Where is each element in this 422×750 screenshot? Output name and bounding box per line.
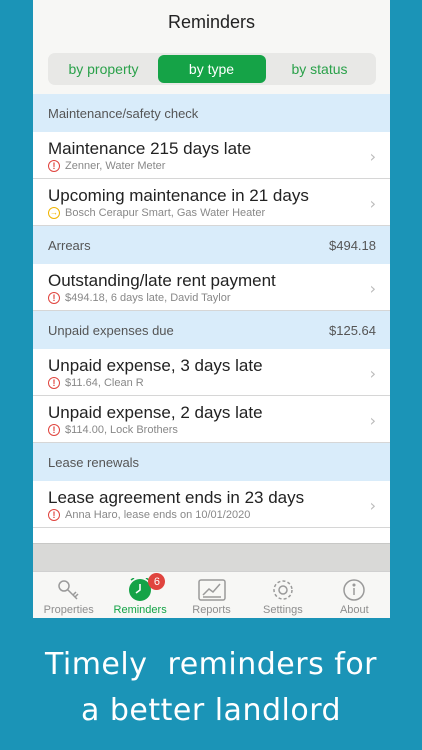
notification-badge: 6 — [148, 573, 166, 590]
item-subtitle-line: ! $11.64, Clean R — [48, 377, 144, 389]
section-title: Unpaid expenses due — [48, 322, 174, 338]
item-title: Upcoming maintenance in 21 days — [48, 186, 309, 205]
item-subtitle: $494.18, 6 days late, David Taylor — [65, 292, 231, 304]
gear-icon — [273, 580, 293, 600]
chart-icon — [197, 579, 226, 601]
section-title: Maintenance/safety check — [48, 105, 199, 121]
tab-settings[interactable]: Settings — [247, 572, 318, 618]
alert-icon: ! — [48, 509, 60, 521]
chevron-right-icon: › — [369, 496, 376, 515]
chevron-right-icon: › — [369, 411, 376, 430]
item-subtitle: $11.64, Clean R — [65, 377, 144, 389]
chevron-right-icon: › — [369, 194, 376, 213]
section-header-arrears: Arrears $494.18 — [33, 226, 390, 264]
navigation-bar: Reminders — [33, 0, 390, 44]
segment-bar: by property by type by status — [33, 44, 390, 95]
tab-label: Reminders — [113, 604, 167, 616]
section-header-lease-renewals: Lease renewals — [33, 443, 390, 481]
item-subtitle-line: ! $114.00, Lock Brothers — [48, 424, 178, 436]
section-amount: $494.18 — [329, 237, 376, 253]
section-amount: $125.64 — [329, 322, 376, 338]
chevron-right-icon: › — [369, 279, 376, 298]
item-subtitle: Bosch Cerapur Smart, Gas Water Heater — [65, 207, 266, 219]
item-subtitle-line: → Bosch Cerapur Smart, Gas Water Heater — [48, 207, 265, 219]
item-title: Unpaid expense, 3 days late — [48, 356, 263, 375]
alert-icon: ! — [48, 424, 60, 436]
chevron-right-icon: › — [369, 147, 376, 166]
tab-bar: Properties 6 Reminders Reports Settings — [33, 571, 390, 618]
key-icon — [57, 580, 79, 600]
list-footer — [33, 543, 390, 572]
alert-icon: ! — [48, 292, 60, 304]
list-item[interactable]: Maintenance 215 days late ! Zenner, Wate… — [33, 132, 390, 179]
item-subtitle-line: ! Zenner, Water Meter — [48, 160, 165, 172]
tab-label: Reports — [192, 604, 231, 616]
segment-by-status[interactable]: by status — [266, 55, 374, 83]
alert-icon: ! — [48, 160, 60, 172]
section-header-unpaid-expenses: Unpaid expenses due $125.64 — [33, 311, 390, 349]
list-item[interactable]: Unpaid expense, 2 days late ! $114.00, L… — [33, 396, 390, 443]
tab-properties[interactable]: Properties — [33, 572, 104, 618]
phone-screen: Reminders by property by type by status … — [33, 0, 390, 618]
reminders-list: Maintenance/safety check Maintenance 215… — [33, 94, 390, 528]
tab-label: Properties — [43, 604, 94, 616]
tab-reports[interactable]: Reports — [176, 572, 247, 618]
caption-line-1: Timely reminders for — [44, 647, 378, 682]
list-item[interactable]: Upcoming maintenance in 21 days → Bosch … — [33, 179, 390, 226]
arrow-right-circle-icon: → — [48, 207, 60, 219]
chevron-right-icon: › — [369, 364, 376, 383]
caption-line-2: a better landlord — [80, 693, 342, 728]
item-subtitle-line: ! $494.18, 6 days late, David Taylor — [48, 292, 231, 304]
item-subtitle-line: ! Anna Haro, lease ends on 10/01/2020 — [48, 509, 250, 521]
segmented-control: by property by type by status — [47, 53, 376, 85]
tab-label: About — [339, 604, 369, 616]
item-title: Outstanding/late rent payment — [48, 271, 276, 290]
item-subtitle: Zenner, Water Meter — [65, 160, 166, 172]
list-item[interactable]: Unpaid expense, 3 days late ! $11.64, Cl… — [33, 349, 390, 396]
item-title: Lease agreement ends in 23 days — [48, 488, 305, 507]
page-title: Reminders — [167, 11, 256, 32]
item-title: Maintenance 215 days late — [48, 139, 252, 158]
section-header-maintenance: Maintenance/safety check — [33, 94, 390, 132]
section-title: Arrears — [48, 237, 91, 253]
tab-label: Settings — [263, 604, 303, 616]
segment-by-property[interactable]: by property — [50, 55, 158, 83]
tab-reminders[interactable]: 6 Reminders — [104, 572, 175, 618]
item-subtitle: $114.00, Lock Brothers — [65, 424, 178, 436]
segment-by-type[interactable]: by type — [157, 55, 266, 83]
list-item[interactable]: Lease agreement ends in 23 days ! Anna H… — [33, 481, 390, 528]
tab-about[interactable]: About — [319, 572, 390, 618]
alert-icon: ! — [48, 377, 60, 389]
item-title: Unpaid expense, 2 days late — [48, 403, 263, 422]
promo-caption: Timely reminders for a better landlord — [0, 642, 422, 734]
list-item[interactable]: Outstanding/late rent payment ! $494.18,… — [33, 264, 390, 311]
section-title: Lease renewals — [48, 454, 140, 470]
info-icon — [343, 579, 366, 601]
item-subtitle: Anna Haro, lease ends on 10/01/2020 — [65, 509, 251, 521]
